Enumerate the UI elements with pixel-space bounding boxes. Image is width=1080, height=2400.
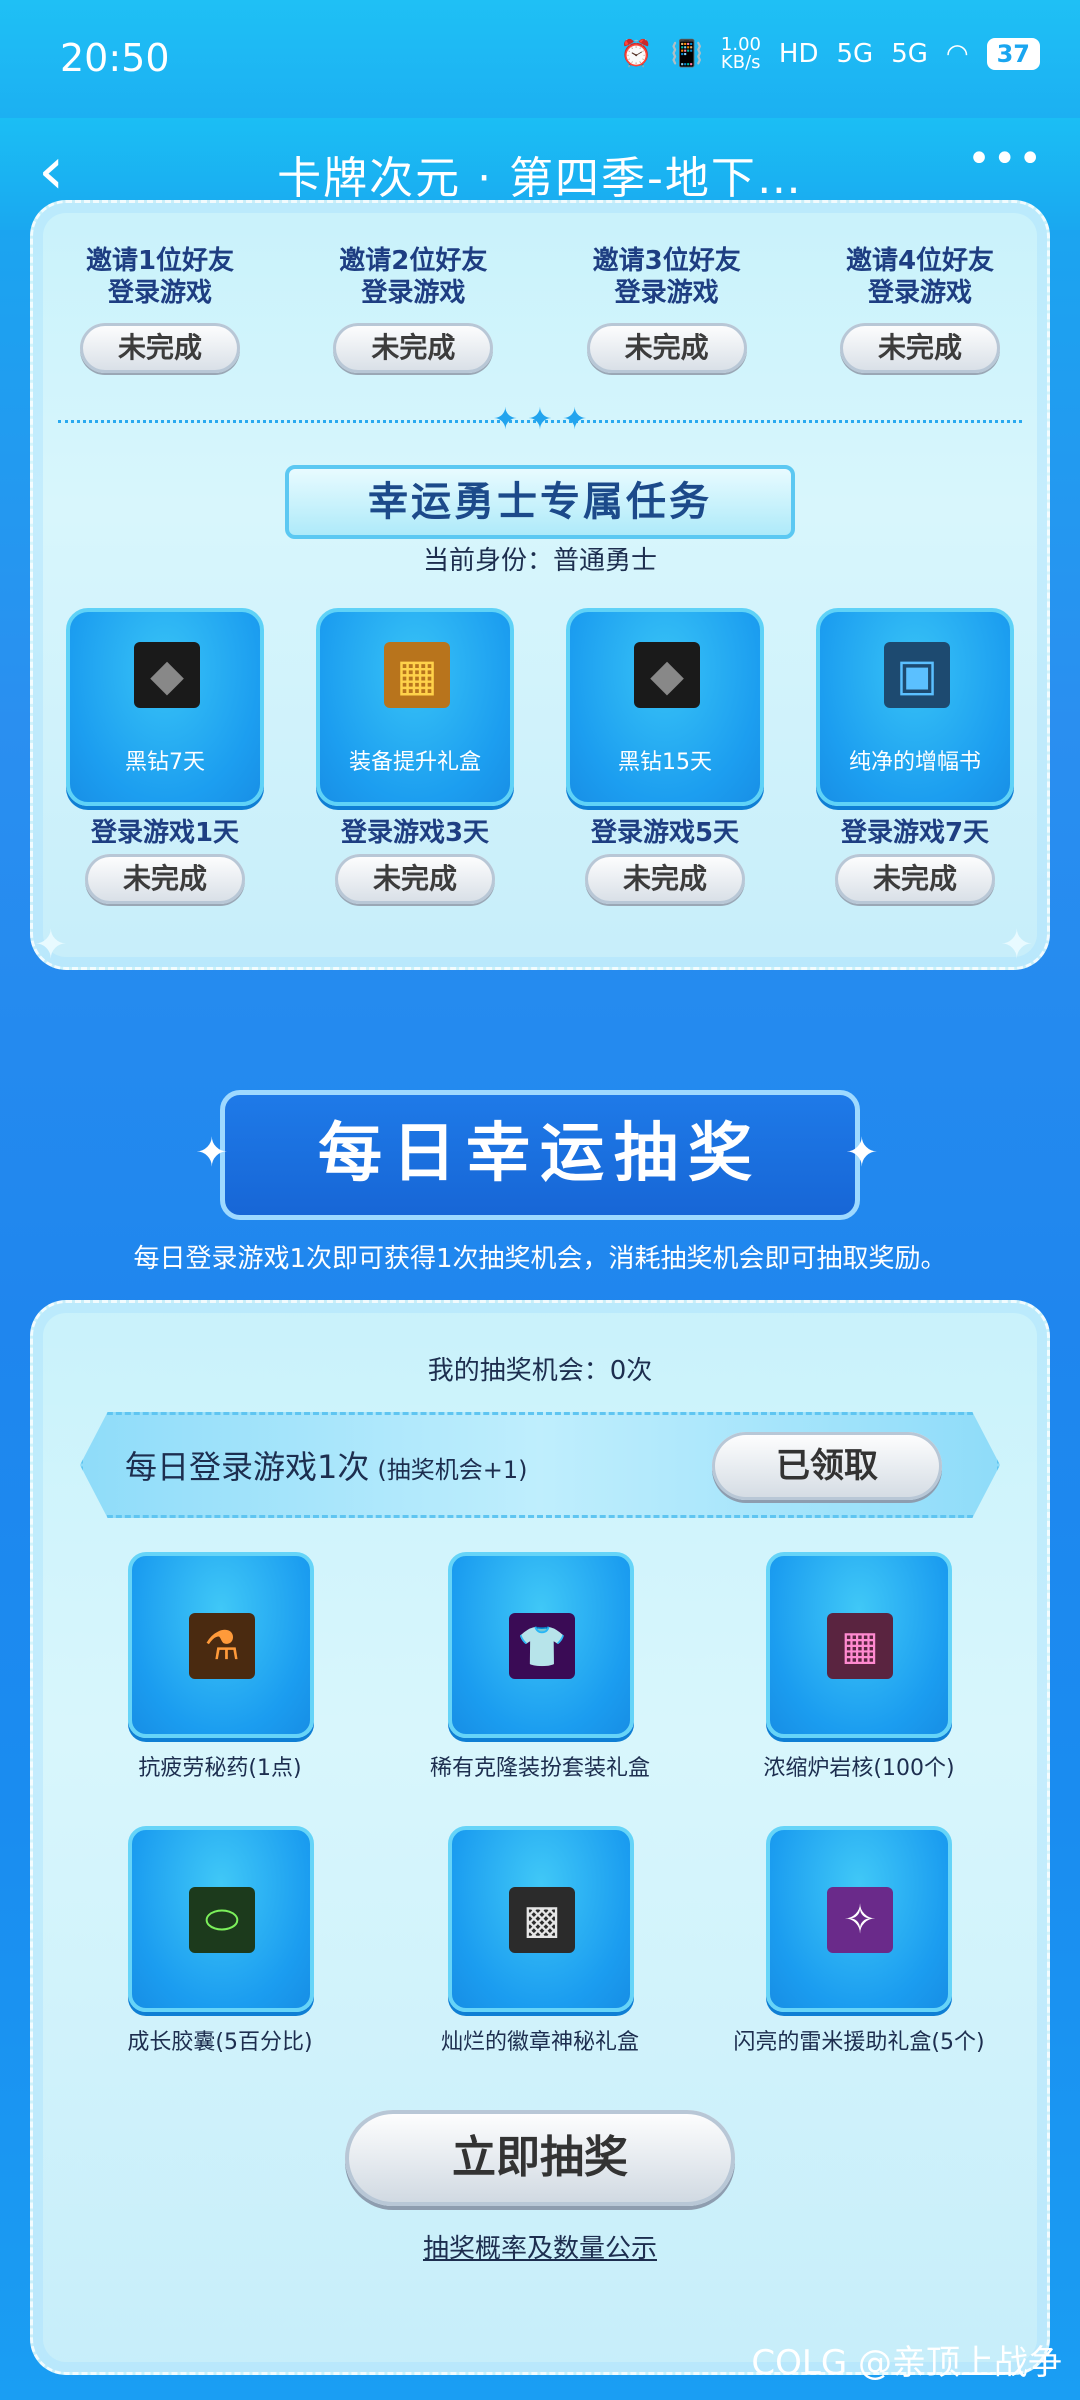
claim-text: 每日登录游戏1次 (抽奖机会+1) xyxy=(125,1448,528,1486)
treasure-chest-icon: ▦ xyxy=(384,642,450,708)
status-button[interactable]: 未完成 xyxy=(333,323,494,373)
status-button[interactable]: 未完成 xyxy=(85,854,245,904)
prize-name: 抗疲劳秘药(1点) xyxy=(138,1756,302,1781)
invite-task-2: 邀请2位好友 登录游戏 未完成 xyxy=(293,245,533,373)
task-label: 登录游戏3天 xyxy=(340,818,490,848)
invite-label: 邀请4位好友 登录游戏 xyxy=(845,246,995,308)
status-icons: ⏰ 📳 1.00 KB/s HD 5G 5G ◠ 37 xyxy=(620,36,1040,72)
chances-count: 我的抽奖机会：0次 xyxy=(427,1356,653,1386)
status-bar: 20:50 ⏰ 📳 1.00 KB/s HD 5G 5G ◠ 37 xyxy=(0,0,1080,118)
watermark: COLG @亲顶上战争 xyxy=(751,2343,1062,2383)
reward-name: 黑钻7天 xyxy=(125,750,205,775)
sparkle-box-icon: ✧ xyxy=(827,1887,893,1953)
lucky-tasks-banner: 幸运勇士专属任务 xyxy=(285,465,795,539)
status-button[interactable]: 未完成 xyxy=(80,323,240,373)
status-button[interactable]: 未完成 xyxy=(585,854,745,904)
prize-name: 成长胶囊(5百分比) xyxy=(127,2030,313,2055)
identity-text: 当前身份：普通勇士 xyxy=(422,546,657,576)
more-dots-icon[interactable]: ••• xyxy=(967,136,1044,182)
prize-tile[interactable]: ✧ xyxy=(766,1826,952,2012)
draw-now-button[interactable]: 立即抽奖 xyxy=(345,2110,735,2206)
status-button[interactable]: 未完成 xyxy=(335,854,495,904)
reward-tile[interactable]: ◆ 黑钻15天 xyxy=(566,608,764,806)
exp-capsule-icon: ⬭ xyxy=(189,1887,255,1953)
invite-label: 邀请1位好友 登录游戏 xyxy=(85,246,235,308)
prize-tile[interactable]: ⚗ xyxy=(128,1552,314,1738)
wifi-icon: ◠ xyxy=(945,39,969,69)
hd-icon: HD xyxy=(778,39,819,69)
reward-name: 黑钻15天 xyxy=(618,750,712,775)
prize-tile[interactable]: 👕 xyxy=(448,1552,634,1738)
sparkle-icon: ✦ xyxy=(195,1130,229,1176)
blue-book-icon: ▣ xyxy=(884,642,950,708)
reward-name: 纯净的增幅书 xyxy=(848,750,981,775)
status-button[interactable]: 未完成 xyxy=(839,323,1000,373)
prize-tile[interactable]: ⬭ xyxy=(128,1826,314,2012)
reward-tile[interactable]: ▣ 纯净的增幅书 xyxy=(816,608,1014,806)
divider-stars-icon: ✦ ✦ ✦ xyxy=(492,402,588,437)
status-button[interactable]: 未完成 xyxy=(835,854,995,904)
invite-label: 邀请2位好友 登录游戏 xyxy=(339,246,488,308)
invite-task-3: 邀请3位好友 登录游戏 未完成 xyxy=(547,245,787,373)
page-title: 卡牌次元 · 第四季-地下… xyxy=(277,153,803,204)
probability-rules-link[interactable]: 抽奖概率及数量公示 xyxy=(0,2228,1080,2265)
sparkle-icon: ✦ xyxy=(845,1130,879,1176)
task-label: 登录游戏1天 xyxy=(90,818,240,848)
black-diamond-icon: ◆ xyxy=(134,642,200,708)
pink-chest-icon: ▦ xyxy=(827,1613,893,1679)
prize-tile[interactable]: ▩ xyxy=(448,1826,634,2012)
prize-name: 浓缩炉岩核(100个) xyxy=(763,1756,955,1781)
task-label: 登录游戏7天 xyxy=(840,818,990,848)
alarm-icon: ⏰ xyxy=(620,39,653,69)
prize-tile[interactable]: ▦ xyxy=(766,1552,952,1738)
prize-name: 灿烂的徽章神秘礼盒 xyxy=(440,2030,639,2055)
battery-indicator: 37 xyxy=(986,38,1040,70)
prize-name: 稀有克隆装扮套装礼盒 xyxy=(429,1756,650,1781)
vibrate-icon: 📳 xyxy=(670,39,703,69)
clock: 20:50 xyxy=(60,36,170,80)
claimed-button[interactable]: 已领取 xyxy=(712,1432,942,1500)
purple-outfit-icon: 👕 xyxy=(509,1613,575,1679)
reward-tile[interactable]: ◆ 黑钻7天 xyxy=(66,608,264,806)
black-diamond-icon: ◆ xyxy=(634,642,700,708)
reward-tile[interactable]: ▦ 装备提升礼盒 xyxy=(316,608,514,806)
daily-lottery-banner: 每日幸运抽奖 xyxy=(220,1090,860,1220)
emblem-box-icon: ▩ xyxy=(509,1887,575,1953)
network-speed: 1.00 KB/s xyxy=(720,34,761,73)
sparkle-icon: ✦ xyxy=(1000,922,1034,968)
invite-label: 邀请3位好友 登录游戏 xyxy=(592,246,741,308)
signal-5g-2: 5G xyxy=(891,39,928,69)
status-button[interactable]: 未完成 xyxy=(586,323,747,373)
signal-5g-1: 5G xyxy=(836,39,874,69)
task-label: 登录游戏5天 xyxy=(590,818,740,848)
invite-tasks: 邀请1位好友 登录游戏 未完成 邀请2位好友 登录游戏 未完成 邀请3位好友 登录游戏… xyxy=(40,245,1040,373)
potion-bottle-icon: ⚗ xyxy=(189,1613,255,1679)
prize-name: 闪亮的雷米援助礼盒(5个) xyxy=(733,2030,985,2055)
invite-task-4: 邀请4位好友 登录游戏 未完成 xyxy=(800,245,1040,373)
invite-task-1: 邀请1位好友 登录游戏 未完成 xyxy=(40,245,280,373)
reward-name: 装备提升礼盒 xyxy=(348,750,481,775)
sparkle-icon: ✦ xyxy=(34,922,68,968)
daily-description: 每日登录游戏1次即可获得1次抽奖机会，消耗抽奖机会即可抽取奖励。 xyxy=(133,1244,947,1274)
